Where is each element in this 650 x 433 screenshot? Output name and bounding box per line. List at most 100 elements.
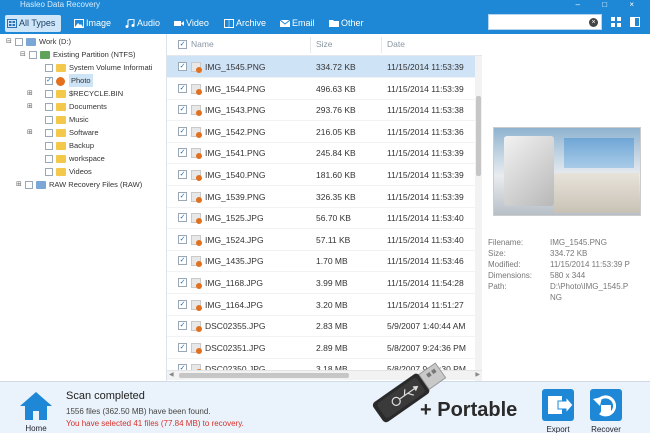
window-controls[interactable]: – □ × xyxy=(576,0,644,9)
export-label: Export xyxy=(546,425,570,433)
row-checkbox-checked[interactable]: ✓ xyxy=(178,191,187,201)
column-divider[interactable] xyxy=(381,37,382,53)
meta-filename: Filename: IMG_1545.PNG xyxy=(488,238,607,247)
tab-video[interactable]: Video xyxy=(172,15,209,32)
tree-expander[interactable]: ⊞ xyxy=(16,178,24,191)
file-size: 326.35 KB xyxy=(316,191,356,202)
tab-archive[interactable]: Archive xyxy=(222,15,266,32)
clear-search-icon[interactable]: × xyxy=(589,18,598,27)
tree-checkbox[interactable] xyxy=(29,51,37,59)
file-row[interactable]: ✓ DSC02355.JPG 2.83 MB 5/9/2007 1:40:44 AM xyxy=(167,315,482,338)
file-row[interactable]: ✓ IMG_1542.PNG 216.05 KB 11/15/2014 11:53:3… xyxy=(167,121,482,143)
scroll-right-icon[interactable]: ▶ xyxy=(475,371,480,380)
file-row[interactable]: ✓ IMG_1544.PNG 496.63 KB 11/15/2014 11:53:3… xyxy=(167,78,482,100)
tree-expander[interactable]: ⊞ xyxy=(27,100,35,113)
file-size: 3.99 MB xyxy=(316,278,348,288)
row-checkbox-checked[interactable]: ✓ xyxy=(178,148,187,158)
file-row[interactable]: ✓ IMG_1541.PNG 245.84 KB 11/15/2014 11:53:3… xyxy=(167,142,482,165)
grid-view-icon[interactable] xyxy=(611,17,621,27)
file-row[interactable]: ✓ IMG_1543.PNG 293.76 KB 11/15/2014 11:53:3… xyxy=(167,99,482,122)
tree-expander[interactable]: ⊟ xyxy=(6,35,14,48)
tab-label: Archive xyxy=(236,18,267,28)
image-file-icon xyxy=(191,213,202,225)
file-size: 1.70 MB xyxy=(316,256,348,267)
export-button[interactable]: Export xyxy=(540,387,576,433)
tree-checkbox[interactable] xyxy=(45,142,53,150)
file-date: 11/15/2014 11:53:46 xyxy=(387,256,464,267)
row-checkbox-checked[interactable]: ✓ xyxy=(178,278,187,287)
file-name: IMG_1545.PNG xyxy=(205,62,266,72)
tab-image[interactable]: Image xyxy=(72,15,111,32)
column-header-date[interactable]: Date xyxy=(387,39,405,49)
row-checkbox-checked[interactable]: ✓ xyxy=(178,83,187,93)
file-name: DSC02351.JPG xyxy=(205,342,266,353)
row-checkbox-checked[interactable]: ✓ xyxy=(178,62,187,71)
file-list-vertical-scrollbar[interactable] xyxy=(475,56,482,381)
list-view-icon[interactable] xyxy=(630,17,640,27)
home-label: Home xyxy=(25,424,47,433)
tab-label: All Types xyxy=(19,18,56,28)
tree-expander[interactable]: ⊞ xyxy=(27,87,35,100)
tab-audio[interactable]: Audio xyxy=(123,15,160,32)
tab-all-types[interactable]: All Types xyxy=(5,15,62,32)
tree-checkbox[interactable] xyxy=(45,116,53,124)
tree-checkbox[interactable] xyxy=(45,129,53,137)
image-file-icon xyxy=(191,83,202,95)
scrollbar-thumb[interactable] xyxy=(476,96,481,176)
tree-expander[interactable]: ⊟ xyxy=(20,48,28,61)
file-date: 11/15/2014 11:53:39 xyxy=(387,170,464,180)
tree-checkbox-checked[interactable]: ✓ xyxy=(45,77,53,85)
tree-node-label: Existing Partition (NTFS) xyxy=(53,50,136,59)
file-row[interactable]: ✓ IMG_1539.PNG 326.35 KB 11/15/2014 11:53:3… xyxy=(167,186,482,208)
tree-expander[interactable]: ⊞ xyxy=(27,126,35,139)
tab-other[interactable]: Other xyxy=(327,15,364,32)
column-divider[interactable] xyxy=(310,37,311,53)
file-size: 496.63 KB xyxy=(316,83,356,94)
tree-checkbox[interactable] xyxy=(45,90,53,98)
scroll-left-icon[interactable]: ◀ xyxy=(169,371,174,380)
raw-drive-icon xyxy=(36,181,46,189)
search-input[interactable] xyxy=(489,15,585,29)
folder-icon xyxy=(56,168,66,176)
tab-label: Audio xyxy=(137,18,161,28)
file-date: 5/9/2007 1:40:44 AM xyxy=(387,321,466,332)
export-icon xyxy=(542,389,574,421)
row-checkbox-checked[interactable]: ✓ xyxy=(178,342,187,352)
file-row[interactable]: ✓ IMG_1525.JPG 56.70 KB 11/15/2014 11:53:40 xyxy=(167,207,482,230)
row-checkbox-checked[interactable]: ✓ xyxy=(178,213,187,223)
tree-checkbox[interactable] xyxy=(25,181,33,189)
recover-button[interactable]: Recover xyxy=(588,387,624,433)
file-name: IMG_1168.JPG xyxy=(205,278,263,288)
file-size: 57.11 KB xyxy=(316,234,351,245)
file-row[interactable]: ✓ IMG_1545.PNG 334.72 KB 11/15/2014 11:53:3… xyxy=(167,56,482,78)
home-button[interactable]: Home xyxy=(18,390,54,433)
tree-node-label: Backup xyxy=(69,141,95,150)
column-header-name[interactable]: Name xyxy=(191,39,214,49)
scrollbar-thumb[interactable] xyxy=(179,373,349,378)
tree-checkbox[interactable] xyxy=(45,103,53,111)
tree-checkbox[interactable] xyxy=(15,38,23,46)
search-box[interactable]: × xyxy=(488,14,602,30)
row-checkbox-checked[interactable]: ✓ xyxy=(178,299,187,309)
file-row[interactable]: ✓ IMG_1524.JPG 57.11 KB 11/15/2014 11:53:40 xyxy=(167,229,482,251)
column-header-size[interactable]: Size xyxy=(316,39,333,49)
row-checkbox-checked[interactable]: ✓ xyxy=(178,321,187,331)
file-date: 11/15/2014 11:53:40 xyxy=(387,213,464,224)
row-checkbox-checked[interactable]: ✓ xyxy=(178,234,187,244)
row-checkbox-checked[interactable]: ✓ xyxy=(178,126,187,136)
tree-checkbox[interactable] xyxy=(45,168,53,176)
tab-email[interactable]: Email xyxy=(278,15,315,32)
meta-dimensions: Dimensions: 580 x 344 xyxy=(488,271,586,280)
file-row[interactable]: ✓ IMG_1435.JPG 1.70 MB 11/15/2014 11:53:46 xyxy=(167,250,482,273)
file-row[interactable]: ✓ IMG_1540.PNG 181.60 KB 11/15/2014 11:53:3… xyxy=(167,164,482,186)
select-all-checkbox[interactable]: ✓ xyxy=(178,40,187,49)
tree-checkbox[interactable] xyxy=(45,155,53,163)
row-checkbox-checked[interactable]: ✓ xyxy=(178,105,187,115)
file-row[interactable]: ✓ IMG_1164.JPG 3.20 MB 11/15/2014 11:51:27 xyxy=(167,294,482,316)
row-checkbox-checked[interactable]: ✓ xyxy=(178,256,187,266)
image-file-icon xyxy=(191,234,202,246)
row-checkbox-checked[interactable]: ✓ xyxy=(178,170,187,179)
tree-node-label: Videos xyxy=(69,167,92,176)
tree-checkbox[interactable] xyxy=(45,64,53,72)
file-row[interactable]: ✓ IMG_1168.JPG 3.99 MB 11/15/2014 11:54:28 xyxy=(167,272,482,294)
